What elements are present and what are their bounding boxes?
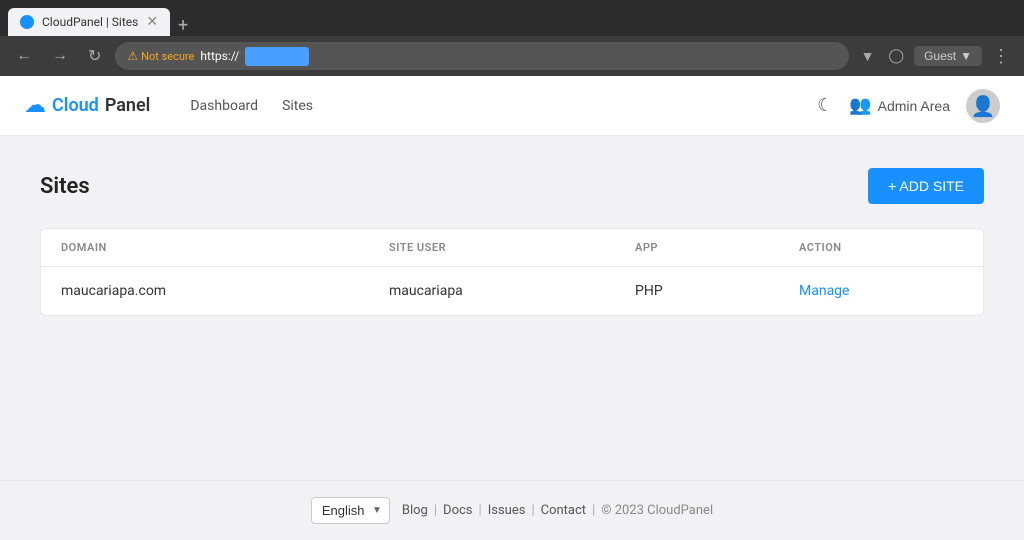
footer-sep-1: | <box>434 503 437 518</box>
new-tab-button[interactable]: + <box>170 15 196 36</box>
language-select[interactable]: English <box>311 497 390 524</box>
browser-tabs: CloudPanel | Sites ✕ + <box>8 0 196 36</box>
add-site-button[interactable]: + ADD SITE <box>868 168 984 204</box>
tab-title: CloudPanel | Sites <box>42 15 138 29</box>
tab-favicon-icon <box>20 15 34 29</box>
footer: English ▼ Blog | Docs | Issues | Contact… <box>0 480 1024 540</box>
logo-text-panel: Panel <box>105 95 151 116</box>
col-action: ACTION <box>799 241 963 254</box>
col-site-user: SITE USER <box>389 241 635 254</box>
col-domain: DOMAIN <box>61 241 389 254</box>
col-app: APP <box>635 241 799 254</box>
page-title: Sites <box>40 174 90 199</box>
table-row: maucariapa.com maucariapa PHP Manage <box>41 267 983 315</box>
active-tab[interactable]: CloudPanel | Sites ✕ <box>8 8 170 36</box>
admin-icon: 👥 <box>849 95 871 116</box>
table-header: DOMAIN SITE USER APP ACTION <box>41 229 983 267</box>
warning-icon: ⚠ <box>127 49 138 63</box>
cell-app: PHP <box>635 283 799 299</box>
footer-issues-link[interactable]: Issues <box>488 503 526 518</box>
browser-action-buttons: ▼ ◯ Guest ▼ ⋮ <box>857 44 1014 69</box>
back-button[interactable]: ← <box>10 43 38 69</box>
guest-button[interactable]: Guest ▼ <box>914 46 982 66</box>
cell-action-manage[interactable]: Manage <box>799 283 963 299</box>
footer-copyright: © 2023 CloudPanel <box>601 503 713 518</box>
footer-sep-4: | <box>592 503 595 518</box>
user-avatar-icon: 👤 <box>971 94 996 118</box>
forward-button[interactable]: → <box>46 43 74 69</box>
footer-sep-3: | <box>531 503 534 518</box>
nav-right: ☾ 👥 Admin Area 👤 <box>817 89 1000 123</box>
admin-area-label: Admin Area <box>878 98 950 114</box>
navbar: ☁ Cloud Panel Dashboard Sites ☾ 👥 Admin A… <box>0 76 1024 136</box>
not-secure-label: Not secure <box>141 50 194 63</box>
browser-chrome: CloudPanel | Sites ✕ + <box>0 0 1024 36</box>
guest-label: Guest <box>924 49 956 63</box>
language-selector-wrapper: English ▼ <box>311 497 390 524</box>
address-bar[interactable]: ⚠ Not secure https:// <box>115 42 848 70</box>
user-avatar[interactable]: 👤 <box>966 89 1000 123</box>
browser-nav-bar: ← → ↻ ⚠ Not secure https:// ▼ ◯ Guest ▼ … <box>0 36 1024 76</box>
admin-area-button[interactable]: 👥 Admin Area <box>849 95 950 116</box>
logo-text-cloud: Cloud <box>52 95 99 116</box>
footer-contact-link[interactable]: Contact <box>541 503 586 518</box>
url-highlight <box>245 47 309 66</box>
profile-icon[interactable]: ◯ <box>884 44 908 68</box>
nav-sites-link[interactable]: Sites <box>282 94 313 118</box>
extensions-icon[interactable]: ▼ <box>857 44 879 69</box>
nav-links: Dashboard Sites <box>190 94 313 118</box>
page-content: Sites + ADD SITE DOMAIN SITE USER APP AC… <box>0 136 1024 480</box>
cell-domain: maucariapa.com <box>61 283 389 299</box>
browser-menu-button[interactable]: ⋮ <box>988 46 1014 67</box>
page-header: Sites + ADD SITE <box>40 168 984 204</box>
guest-chevron-icon: ▼ <box>960 49 972 63</box>
tab-close-button[interactable]: ✕ <box>146 14 158 30</box>
url-prefix: https:// <box>200 49 239 63</box>
footer-docs-link[interactable]: Docs <box>443 503 472 518</box>
reload-button[interactable]: ↻ <box>82 42 107 70</box>
cell-site-user: maucariapa <box>389 283 635 299</box>
logo-cloud-icon: ☁ <box>24 93 46 118</box>
dark-mode-button[interactable]: ☾ <box>817 95 833 116</box>
nav-dashboard-link[interactable]: Dashboard <box>190 94 258 118</box>
not-secure-indicator: ⚠ Not secure <box>127 49 194 63</box>
footer-sep-2: | <box>479 503 482 518</box>
footer-links: Blog | Docs | Issues | Contact | © 2023 … <box>402 503 713 518</box>
logo: ☁ Cloud Panel <box>24 93 150 118</box>
sites-table: DOMAIN SITE USER APP ACTION maucariapa.c… <box>40 228 984 316</box>
footer-blog-link[interactable]: Blog <box>402 503 428 518</box>
app-wrapper: ☁ Cloud Panel Dashboard Sites ☾ 👥 Admin A… <box>0 76 1024 540</box>
